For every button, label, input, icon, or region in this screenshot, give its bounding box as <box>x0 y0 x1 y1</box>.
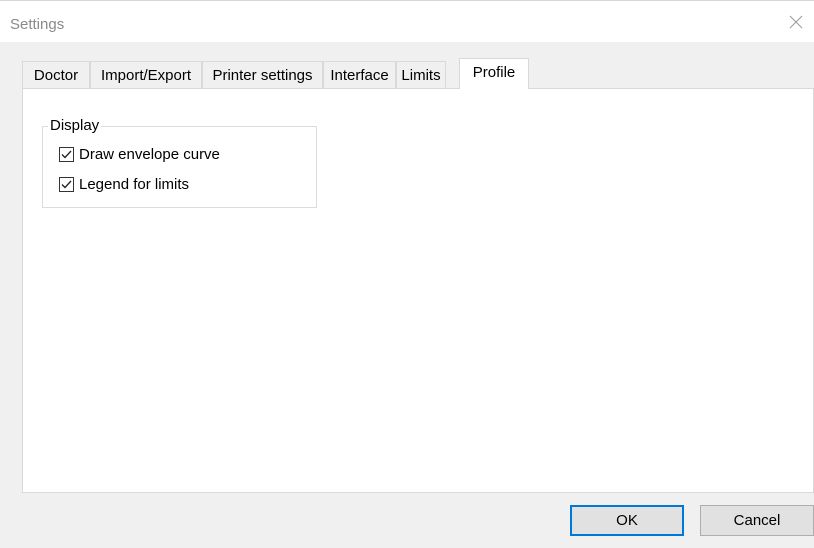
display-group-label: Display <box>48 117 102 135</box>
tab-strip: Doctor Import/Export Printer settings In… <box>22 58 814 89</box>
tab-label: Doctor <box>33 67 79 84</box>
tab-printer-settings[interactable]: Printer settings <box>202 61 323 88</box>
ok-button[interactable]: OK <box>570 505 684 536</box>
tab-label: Printer settings <box>212 67 313 84</box>
tab-label: Import/Export <box>100 67 192 84</box>
tab-label: Interface <box>330 67 389 84</box>
close-button[interactable] <box>778 1 814 43</box>
close-icon <box>789 15 803 29</box>
checkbox-box[interactable] <box>59 147 74 162</box>
settings-dialog: Settings Doctor Import/Export Printer se… <box>0 0 814 548</box>
window-title: Settings <box>10 16 65 33</box>
profile-tab-panel: Display Draw envelope curve Legend for l… <box>22 88 814 493</box>
tab-profile[interactable]: Profile <box>459 58 529 89</box>
tab-limits[interactable]: Limits <box>396 61 446 88</box>
legend-for-limits-label: Legend for limits <box>79 176 190 193</box>
tab-import-export[interactable]: Import/Export <box>90 61 202 88</box>
display-groupbox: Display Draw envelope curve Legend for l… <box>42 117 317 208</box>
checkmark-icon <box>61 150 72 159</box>
legend-for-limits-checkbox[interactable]: Legend for limits <box>59 176 189 193</box>
tab-label: Limits <box>401 67 441 84</box>
checkbox-box[interactable] <box>59 177 74 192</box>
checkmark-icon <box>61 180 72 189</box>
tab-label: Profile <box>472 64 516 81</box>
draw-envelope-curve-label: Draw envelope curve <box>79 146 220 163</box>
tab-interface[interactable]: Interface <box>323 61 396 88</box>
title-bar: Settings <box>0 0 814 42</box>
tab-doctor[interactable]: Doctor <box>22 61 90 88</box>
draw-envelope-curve-checkbox[interactable]: Draw envelope curve <box>59 146 220 163</box>
cancel-button[interactable]: Cancel <box>700 505 814 536</box>
